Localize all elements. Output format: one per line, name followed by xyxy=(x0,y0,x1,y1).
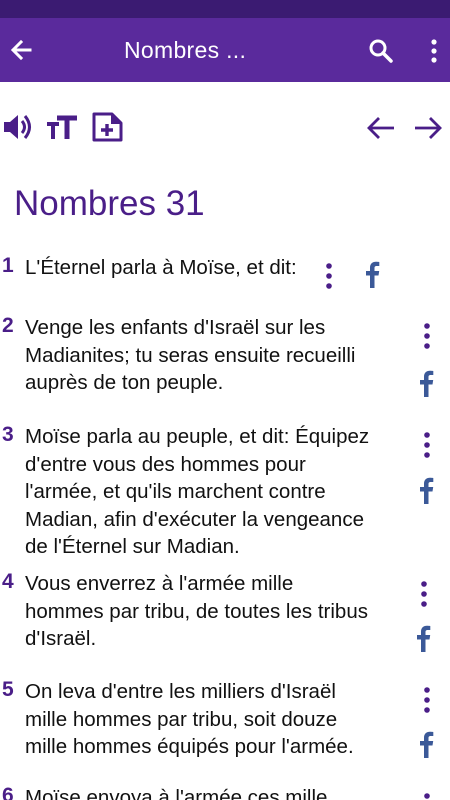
verse-options-icon[interactable] xyxy=(418,580,430,608)
verse-options-icon[interactable] xyxy=(421,686,433,714)
verse-options-icon[interactable] xyxy=(421,431,433,459)
app-bar: Nombres ... xyxy=(0,18,450,82)
facebook-share-icon[interactable] xyxy=(418,730,434,758)
text-size-icon[interactable] xyxy=(46,115,78,141)
verse-line: de l'Éternel sur Madian. xyxy=(25,535,240,558)
previous-chapter-icon[interactable] xyxy=(366,115,396,141)
verse-text[interactable]: Venge les enfants d'Israël sur les Madia… xyxy=(25,314,355,397)
verse-text[interactable]: Moïse envoya à l'armée ces mille xyxy=(25,784,327,800)
verse-number: 5 xyxy=(2,678,14,701)
verse-text[interactable]: Vous enverrez à l'armée mille hommes par… xyxy=(25,570,368,653)
verse-options-icon[interactable] xyxy=(421,322,433,350)
back-arrow-icon[interactable] xyxy=(8,34,36,66)
verse-line: mille hommes équipés pour l'armée. xyxy=(25,735,354,758)
facebook-share-icon[interactable] xyxy=(415,624,431,652)
chapter-title: Nombres 31 xyxy=(14,184,205,223)
verse-line: Madian, afin d'exécuter la vengeance xyxy=(25,507,364,531)
verse-line: mille hommes par tribu, soit douze xyxy=(25,707,338,731)
verse-number: 1 xyxy=(2,254,14,277)
verse-options-icon[interactable] xyxy=(421,792,433,800)
status-bar xyxy=(0,0,450,18)
facebook-share-icon[interactable] xyxy=(364,260,380,288)
next-chapter-icon[interactable] xyxy=(413,115,443,141)
verse-line: auprès de ton peuple. xyxy=(25,371,224,394)
verse-number: 2 xyxy=(2,314,14,337)
verse-line: d'entre vous des hommes pour xyxy=(25,452,306,476)
speaker-icon[interactable] xyxy=(2,112,34,142)
verse-number: 4 xyxy=(2,570,14,593)
verse-text[interactable]: On leva d'entre les milliers d'Israël mi… xyxy=(25,678,354,761)
verse-line: d'Israël. xyxy=(25,627,97,650)
verse-line: Moïse envoya à l'armée ces mille xyxy=(25,786,328,800)
verse-number: 3 xyxy=(2,423,14,446)
verse-number: 6 xyxy=(2,784,14,800)
note-add-icon[interactable] xyxy=(91,112,123,142)
verse-line: Venge les enfants d'Israël sur les xyxy=(25,316,326,339)
verse-line: hommes par tribu, de toutes les tribus xyxy=(25,599,368,623)
facebook-share-icon[interactable] xyxy=(418,476,434,504)
search-icon[interactable] xyxy=(368,38,394,64)
more-vertical-icon[interactable] xyxy=(428,38,440,64)
verse-text[interactable]: Moïse parla au peuple, et dit: Équipez d… xyxy=(25,423,369,561)
verse-text[interactable]: L'Éternel parla à Moïse, et dit: xyxy=(25,254,297,282)
verse-line: L'Éternel parla à Moïse, et dit: xyxy=(25,256,297,279)
verse-line: On leva d'entre les milliers d'Israël xyxy=(25,680,336,703)
verse-line: l'armée, et qu'ils marchent contre xyxy=(25,480,326,503)
facebook-share-icon[interactable] xyxy=(418,369,434,397)
verse-line: Vous enverrez à l'armée mille xyxy=(25,572,294,595)
verse-options-icon[interactable] xyxy=(323,262,335,290)
app-bar-title: Nombres ... xyxy=(124,37,247,63)
verse-line: Madianites; tu seras ensuite recueilli xyxy=(25,343,356,367)
verse-line: Moïse parla au peuple, et dit: Équipez xyxy=(25,425,370,448)
